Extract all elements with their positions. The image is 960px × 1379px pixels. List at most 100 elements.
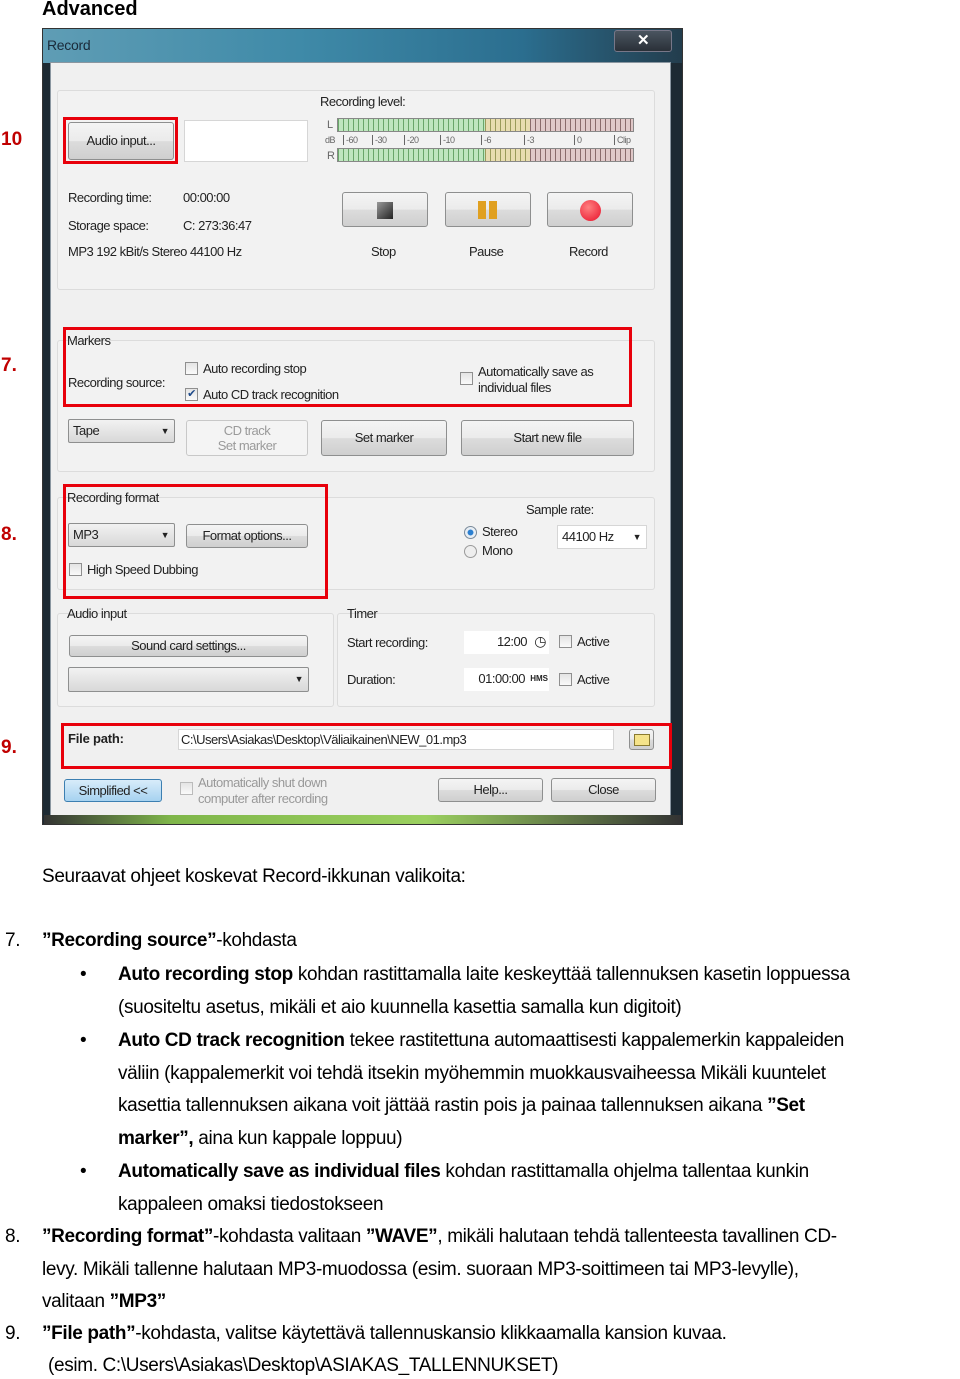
start-recording-label: Start recording:: [347, 635, 428, 650]
auto-save-label-2: individual files: [478, 380, 551, 395]
sample-rate-dropdown[interactable]: 44100 Hz ▼: [557, 525, 647, 549]
close-button[interactable]: Close: [551, 778, 656, 802]
audio-input-button[interactable]: Audio input...: [68, 122, 174, 160]
record-button[interactable]: [547, 192, 633, 227]
folder-icon: [634, 734, 650, 746]
list-number: 9.: [5, 1323, 21, 1344]
set-marker-button[interactable]: Set marker: [321, 420, 447, 456]
recording-level-label: Recording level:: [320, 94, 406, 109]
bold-text: ”WAVE”: [365, 1226, 438, 1247]
text: -kohdasta valitaan: [213, 1226, 366, 1247]
stop-button[interactable]: [342, 192, 428, 227]
close-icon[interactable]: ✕: [614, 30, 672, 52]
chevron-down-icon: ▼: [160, 530, 170, 540]
duration-active-checkbox[interactable]: [559, 673, 572, 686]
mono-label: Mono: [482, 543, 513, 558]
duration-value: 01:00:00: [478, 671, 525, 686]
audio-input-title: Audio input: [67, 606, 127, 621]
shutdown-label-2: computer after recording: [198, 791, 328, 806]
list-number: 8.: [5, 1226, 21, 1247]
stereo-label: Stereo: [482, 524, 518, 539]
text: valitaan: [42, 1291, 110, 1312]
list-number: 7.: [5, 930, 21, 951]
meter-tick-label: -6: [481, 135, 492, 145]
auto-recording-stop-checkbox[interactable]: [185, 362, 198, 375]
stereo-radio[interactable]: [464, 526, 477, 539]
recording-format-title: Recording format: [67, 490, 159, 505]
stop-icon: [377, 202, 393, 219]
record-icon: [580, 200, 601, 221]
text: -kohdasta: [216, 930, 297, 951]
recording-source-dropdown[interactable]: Tape ▼: [68, 419, 175, 443]
mono-radio[interactable]: [464, 545, 477, 558]
start-new-file-button[interactable]: Start new file: [461, 420, 634, 456]
audio-input-group: [57, 613, 334, 707]
text: Seuraavat ohjeet koskevat Record-ikkunan…: [42, 866, 466, 887]
text: kohdan rastittamalla ohjelma tallentaa k…: [440, 1161, 809, 1182]
bullet: •: [80, 1161, 87, 1182]
bullet: •: [80, 1030, 87, 1051]
auto-recording-stop-label: Auto recording stop: [203, 361, 307, 376]
text-line: marker”, aina kun kappale loppuu): [118, 1127, 403, 1151]
sound-card-settings-button[interactable]: Sound card settings...: [69, 635, 308, 657]
recording-source-value: Tape: [73, 423, 100, 438]
file-path-label: File path:: [68, 731, 124, 746]
callout-8: 8.: [1, 524, 17, 545]
bold-text: Automatically save as individual files: [118, 1161, 441, 1182]
meter-db-label: dB: [325, 135, 336, 145]
start-time-value: 12:00: [496, 634, 528, 649]
file-path-input[interactable]: C:\Users\Asiakas\Desktop\Väliaikainen\NE…: [178, 729, 614, 750]
high-speed-dubbing-checkbox[interactable]: [69, 563, 82, 576]
text-line: (suositeltu asetus, mikäli et aio kuunne…: [118, 996, 682, 1020]
text-line: Automatically save as individual files k…: [118, 1160, 809, 1184]
meter-right-label: R: [327, 150, 335, 162]
format-options-button[interactable]: Format options...: [186, 524, 308, 548]
text-line: ”Recording format”-kohdasta valitaan ”WA…: [42, 1225, 837, 1249]
audio-device-dropdown[interactable]: ▼: [68, 667, 309, 692]
format-dropdown[interactable]: MP3 ▼: [68, 523, 175, 547]
audio-input-display: [184, 120, 308, 162]
auto-save-checkbox[interactable]: [460, 372, 473, 385]
text-line: kappaleen omaksi tiedostokseen: [118, 1193, 384, 1217]
pause-button[interactable]: [445, 192, 531, 227]
start-time-field[interactable]: 12:00 ◷: [464, 631, 549, 654]
start-active-checkbox[interactable]: [559, 635, 572, 648]
taskbar-strip: [44, 815, 681, 824]
simplified-button[interactable]: Simplified <<: [64, 779, 162, 802]
meter-tick-label: -3: [524, 135, 535, 145]
cd-track-set-marker-button[interactable]: CD track Set marker: [186, 420, 308, 456]
start-active-label: Active: [577, 634, 610, 649]
meter-tick-label: -10: [440, 135, 455, 145]
pause-label: Pause: [469, 244, 504, 259]
callout-7: 7.: [1, 355, 17, 376]
bold-text: ”Recording source”: [42, 930, 217, 951]
timer-title: Timer: [347, 606, 378, 621]
text-line: Auto CD track recognition tekee rastitet…: [118, 1029, 844, 1053]
meter-tick-label: -20: [404, 135, 419, 145]
bold-text: ”Recording format”: [42, 1226, 214, 1247]
clock-icon[interactable]: ◷: [534, 633, 546, 650]
record-label: Record: [569, 244, 608, 259]
browse-folder-button[interactable]: [629, 729, 654, 750]
sample-rate-value: 44100 Hz: [562, 529, 614, 544]
chevron-down-icon: ▼: [160, 426, 170, 436]
shutdown-checkbox[interactable]: [180, 782, 193, 795]
text-line: levy. Mikäli tallenne halutaan MP3-muodo…: [42, 1258, 799, 1282]
callout-10: 10: [1, 129, 23, 150]
pause-icon: [478, 201, 486, 219]
meter-tick-label: -30: [372, 135, 387, 145]
meter-tick-label: 0: [574, 135, 582, 145]
recording-time-label: Recording time:: [68, 190, 152, 205]
stop-label: Stop: [371, 244, 396, 259]
high-speed-dubbing-label: High Speed Dubbing: [87, 562, 198, 577]
auto-cd-track-checkbox[interactable]: ✔: [185, 388, 198, 401]
duration-active-label: Active: [577, 672, 610, 687]
text: (esim. C:\Users\Asiakas\Desktop\ASIAKAS_…: [48, 1355, 559, 1376]
meter-right: [337, 148, 634, 162]
bold-text: marker”,: [118, 1128, 194, 1149]
title-bar: [43, 29, 682, 63]
hms-icon[interactable]: HMS: [530, 674, 548, 683]
help-button[interactable]: Help...: [438, 778, 543, 802]
cd-set-marker-label: Set marker: [217, 438, 277, 453]
duration-field[interactable]: 01:00:00 HMS: [464, 668, 549, 691]
